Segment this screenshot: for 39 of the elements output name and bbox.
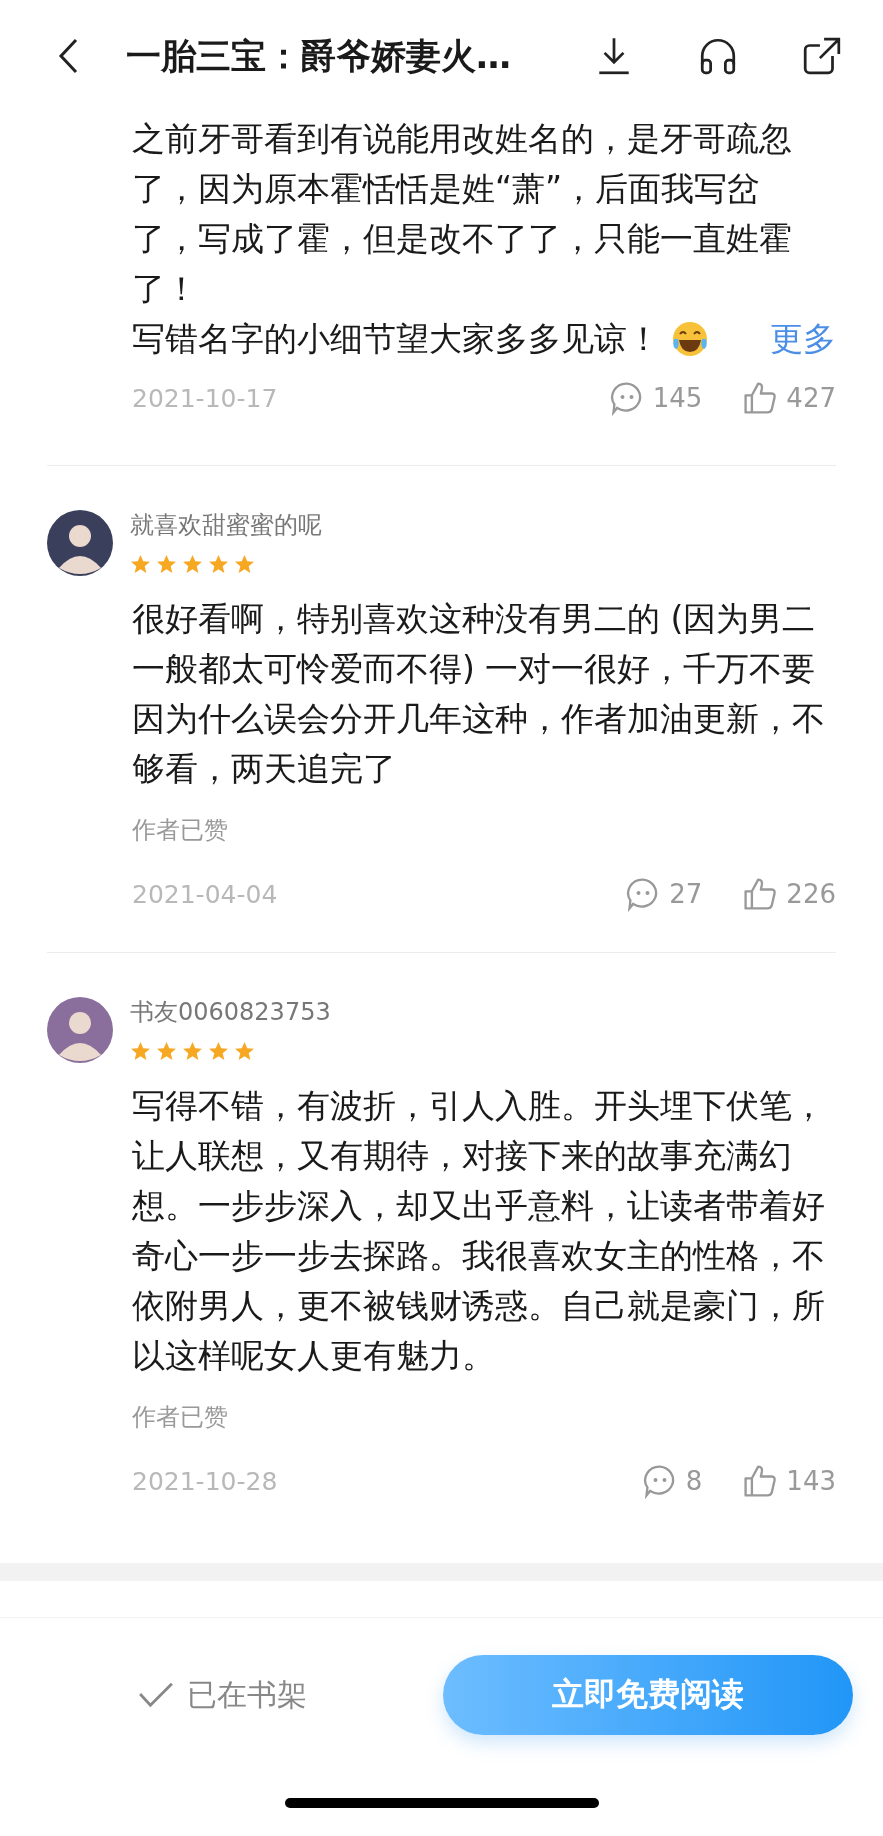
star-icon: [234, 1041, 255, 1062]
username[interactable]: 就喜欢甜蜜蜜的呢: [130, 510, 322, 540]
star-icon: [156, 554, 177, 575]
star-icon: [130, 1041, 151, 1062]
star-icon: [182, 554, 203, 575]
star-icon: [130, 554, 151, 575]
like-count: 226: [786, 879, 836, 909]
thumbs-up-icon[interactable]: [742, 1463, 779, 1499]
review-date: 2021-10-17: [132, 383, 279, 413]
star-icon: [208, 1041, 229, 1062]
share-icon[interactable]: [801, 35, 843, 77]
review-date: 2021-10-28: [132, 1466, 279, 1496]
author-liked-label: 作者已赞: [132, 1402, 229, 1432]
thumbs-up-icon[interactable]: [742, 380, 779, 416]
read-free-button[interactable]: 立即免费阅读: [443, 1655, 853, 1735]
avatar-icon[interactable]: [47, 510, 113, 576]
book-title: 一胎三宝：爵爷娇妻火…: [126, 34, 512, 78]
reply-count: 145: [652, 383, 703, 413]
star-icon: [182, 1041, 203, 1062]
review-text: 之前牙哥看到有说能用改姓名的，是牙哥疏忽了，因为原本霍恬恬是姓“萧”，后面我写岔了，写成了霍，但是改不了了，只能一直姓霍了！: [132, 118, 793, 310]
back-icon[interactable]: [56, 36, 80, 76]
star-icon: [208, 554, 229, 575]
review-date: 2021-04-04: [132, 879, 279, 909]
star-icon: [234, 554, 255, 575]
shelf-status[interactable]: 已在书架: [186, 1674, 307, 1716]
reply-count: 27: [669, 879, 703, 909]
thumbs-up-icon[interactable]: [742, 876, 779, 912]
username[interactable]: 书友0060823753: [130, 997, 331, 1027]
avatar-icon[interactable]: [47, 997, 113, 1063]
author-liked-label: 作者已赞: [132, 815, 229, 845]
star-icon: [156, 1041, 177, 1062]
more-link[interactable]: 更多: [770, 316, 836, 362]
like-count: 143: [786, 1466, 836, 1496]
review-text: 写错名字的小细节望大家多多见谅！: [132, 318, 660, 360]
review-text: 很好看啊，特别喜欢这种没有男二的 (因为男二一般都太可怜爱而不得) 一对一很好，千万不要因为什么误会分开几年这种，作者加油更新，不够看，两天追完了: [132, 598, 826, 790]
like-count: 427: [786, 383, 836, 413]
laughing-emoji-icon: [670, 319, 710, 359]
review-text: 写得不错，有波折，引人入胜。开头埋下伏笔，让人联想，又有期待，对接下来的故事充满幻想。一步步深入，却又出乎意料，让读者带着好奇心一步一步去探路。我很喜欢女主的性格，不依附男人，更不被钱财诱惑。自己就是豪门，所以这样呢女人更有魅力。: [132, 1085, 826, 1377]
reply-count: 8: [685, 1466, 703, 1496]
